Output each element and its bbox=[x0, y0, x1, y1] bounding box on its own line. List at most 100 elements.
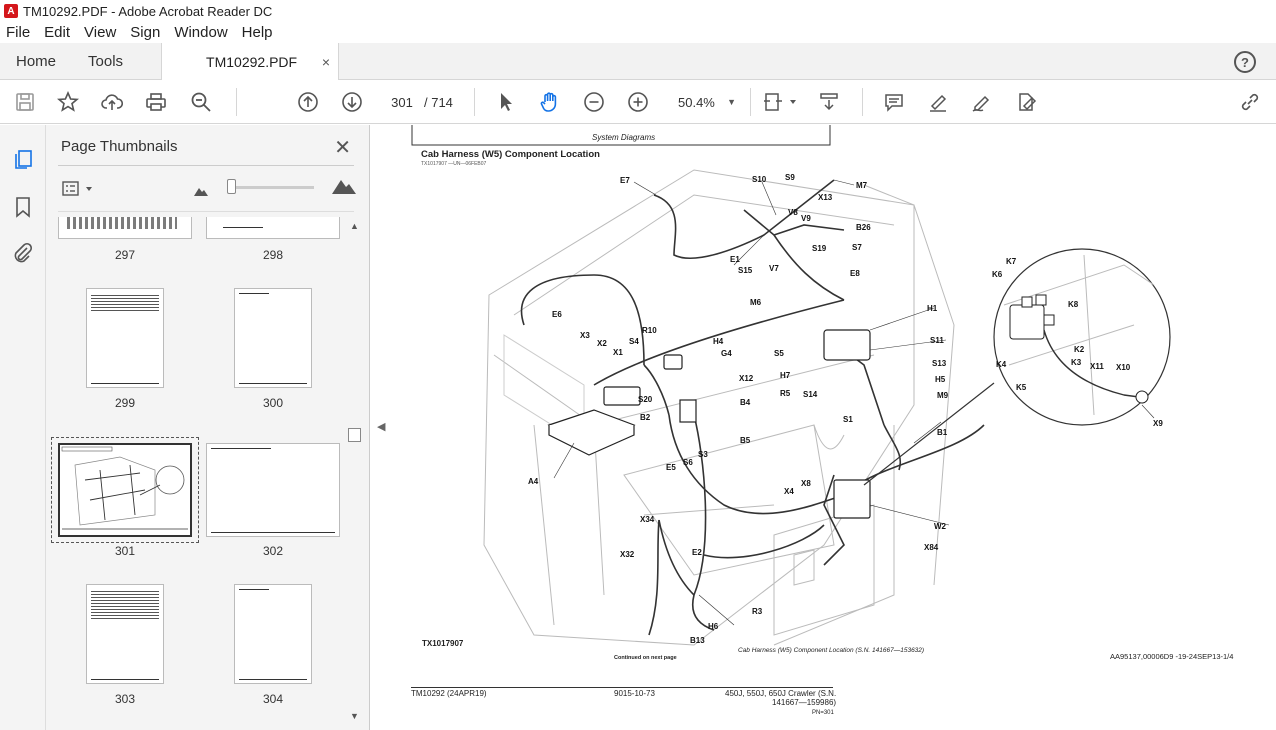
footer-right-1: 450J, 550J, 650J Crawler (S.N. bbox=[725, 689, 837, 698]
callout: E7 bbox=[620, 176, 630, 185]
share-link-icon[interactable] bbox=[1238, 90, 1262, 114]
thumbnail-page-303[interactable] bbox=[86, 584, 164, 684]
callout: R10 bbox=[642, 326, 657, 335]
callout: K3 bbox=[1071, 358, 1082, 367]
footer-left: TM10292 (24APR19) bbox=[411, 689, 487, 698]
callout: S9 bbox=[785, 173, 795, 182]
callout: B2 bbox=[640, 413, 651, 422]
callout: X3 bbox=[580, 331, 590, 340]
bookmarks-icon[interactable] bbox=[11, 195, 35, 219]
bookmark-star-icon[interactable] bbox=[56, 90, 80, 114]
help-icon[interactable]: ? bbox=[1234, 51, 1256, 73]
zoom-level-value: 50.4% bbox=[678, 94, 715, 110]
thumb-label-304: 304 bbox=[262, 692, 284, 706]
tab-document[interactable]: TM10292.PDF × bbox=[161, 43, 340, 80]
comment-icon[interactable] bbox=[882, 90, 906, 114]
callout: E8 bbox=[850, 269, 860, 278]
callout: H7 bbox=[780, 371, 791, 380]
thumb-label-297: 297 bbox=[114, 248, 136, 262]
thumbnail-page-299[interactable] bbox=[86, 288, 164, 388]
callout: E6 bbox=[552, 310, 562, 319]
close-icon[interactable]: ✕ bbox=[334, 135, 351, 160]
mountain-small-icon[interactable] bbox=[194, 183, 208, 199]
menu-view[interactable]: View bbox=[84, 24, 116, 41]
highlight-pen-icon[interactable] bbox=[926, 90, 950, 114]
previous-page-icon[interactable] bbox=[296, 90, 320, 114]
diagram-title: Cab Harness (W5) Component Location bbox=[421, 149, 600, 160]
page-thumbnails-icon[interactable] bbox=[11, 147, 35, 171]
callout: H1 bbox=[927, 304, 938, 313]
menu-file[interactable]: File bbox=[6, 24, 30, 41]
callout: X12 bbox=[739, 374, 754, 383]
scroll-up-icon[interactable]: ▲ bbox=[350, 221, 359, 231]
save-icon[interactable] bbox=[13, 90, 37, 114]
tab-home[interactable]: Home bbox=[0, 43, 72, 79]
callout: S3 bbox=[698, 450, 708, 459]
callout: X84 bbox=[924, 543, 939, 552]
page-number-input[interactable] bbox=[386, 91, 418, 113]
zoom-in-icon[interactable] bbox=[626, 90, 650, 114]
attachments-icon[interactable] bbox=[11, 241, 35, 265]
footer-center: 9015-10-73 bbox=[614, 689, 655, 698]
scroll-down-icon[interactable]: ▼ bbox=[350, 711, 359, 721]
fill-sign-icon[interactable] bbox=[1014, 90, 1038, 114]
window-title: TM10292.PDF - Adobe Acrobat Reader DC bbox=[23, 3, 273, 19]
wiring-diagram bbox=[411, 125, 1171, 646]
thumb-label-299: 299 bbox=[114, 396, 136, 410]
zoom-level-select[interactable]: 50.4% ▼ bbox=[670, 91, 742, 113]
toolbar: / 714 50.4% ▼ bbox=[0, 80, 1276, 124]
scroll-mode-icon[interactable] bbox=[817, 90, 841, 114]
hand-tool-icon[interactable] bbox=[538, 90, 562, 114]
panel-title: Page Thumbnails bbox=[61, 138, 178, 155]
mountain-large-icon[interactable] bbox=[332, 178, 356, 197]
callout: B13 bbox=[690, 636, 705, 645]
thumbnail-scrollbar[interactable]: ▲ ▼ bbox=[348, 221, 362, 721]
page-fit-icon[interactable] bbox=[762, 90, 798, 114]
menu-help[interactable]: Help bbox=[242, 24, 273, 41]
print-icon[interactable] bbox=[144, 90, 168, 114]
thumb-label-302: 302 bbox=[262, 544, 284, 558]
callout: H5 bbox=[935, 375, 946, 384]
thumbnail-options-icon[interactable] bbox=[61, 179, 97, 199]
thumbnail-page-302[interactable] bbox=[206, 443, 340, 537]
menu-sign[interactable]: Sign bbox=[130, 24, 160, 41]
callout: E5 bbox=[666, 463, 676, 472]
scrollbar-thumb[interactable] bbox=[348, 428, 361, 442]
chevron-down-icon: ▼ bbox=[727, 97, 736, 107]
callout: K8 bbox=[1068, 300, 1079, 309]
tab-bar: Home Tools TM10292.PDF × ? bbox=[0, 43, 1276, 80]
menu-edit[interactable]: Edit bbox=[44, 24, 70, 41]
callout: S6 bbox=[683, 458, 693, 467]
callout: S10 bbox=[752, 175, 767, 184]
collapse-panel-icon[interactable]: ◀ bbox=[377, 420, 385, 433]
slider-handle[interactable] bbox=[227, 179, 236, 194]
callout: X2 bbox=[597, 339, 607, 348]
zoom-search-icon[interactable] bbox=[189, 90, 213, 114]
thumbnail-size-slider[interactable] bbox=[228, 186, 314, 189]
thumbnail-page-301[interactable] bbox=[58, 443, 192, 537]
document-view[interactable]: System Diagrams Cab Harness (W5) Compone… bbox=[394, 125, 1276, 730]
next-page-icon[interactable] bbox=[340, 90, 364, 114]
upload-cloud-icon[interactable] bbox=[100, 90, 124, 114]
thumbnail-page-298[interactable] bbox=[206, 217, 340, 239]
callout: H4 bbox=[713, 337, 724, 346]
thumbnail-page-300[interactable] bbox=[234, 288, 312, 388]
callout: M6 bbox=[750, 298, 762, 307]
callout: X8 bbox=[801, 479, 811, 488]
draw-sign-icon[interactable] bbox=[970, 90, 994, 114]
thumbnail-page-297[interactable] bbox=[58, 217, 192, 239]
tab-document-label: TM10292.PDF bbox=[206, 53, 298, 70]
select-cursor-icon[interactable] bbox=[494, 90, 518, 114]
callout: K2 bbox=[1074, 345, 1085, 354]
thumbnail-page-304[interactable] bbox=[234, 584, 312, 684]
thumb-label-301: 301 bbox=[114, 544, 136, 558]
callout: M9 bbox=[937, 391, 949, 400]
callout: X10 bbox=[1116, 363, 1131, 372]
zoom-out-icon[interactable] bbox=[582, 90, 606, 114]
tab-tools[interactable]: Tools bbox=[72, 43, 139, 79]
callout: X34 bbox=[640, 515, 655, 524]
close-tab-icon[interactable]: × bbox=[322, 54, 330, 70]
menu-window[interactable]: Window bbox=[174, 24, 227, 41]
callout: B5 bbox=[740, 436, 751, 445]
callout: X11 bbox=[1090, 362, 1104, 371]
